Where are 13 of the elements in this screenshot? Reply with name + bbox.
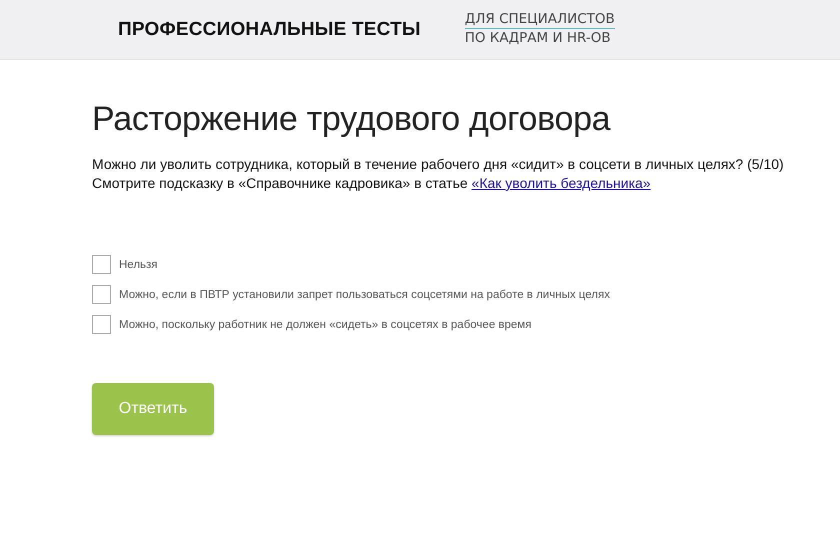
hint-text: Смотрите подсказку в «Справочнике кадровика» в статье «Как уволить бездельника» [92, 174, 652, 193]
option-label: Нельзя [119, 258, 158, 270]
site-title: ПРОФЕССИОНАЛЬНЫЕ ТЕСТЫ [118, 18, 421, 40]
checkbox[interactable] [92, 285, 111, 304]
site-subtitle: ДЛЯ СПЕЦИАЛИСТОВ [464, 10, 615, 29]
option-label: Можно, если в ПВТР установили запрет пользоваться соцсетями на работе в личных целях [119, 288, 610, 300]
checkbox[interactable] [92, 255, 111, 274]
checkbox[interactable] [92, 315, 111, 334]
option-label: Можно, поскольку работник не должен «сидеть» в соцсетях в рабочее время [119, 318, 532, 330]
question-text: Можно ли уволить сотрудника, который в течение рабочего дня «сидит» в соцсети в личных целях? (5/10) [92, 155, 785, 174]
site-subtitle: ПО КАДРАМ И HR-ОВ [464, 29, 612, 47]
article-link[interactable]: «Как уволить бездельника» [472, 175, 651, 191]
test-title: Расторжение трудового договора [92, 100, 612, 139]
